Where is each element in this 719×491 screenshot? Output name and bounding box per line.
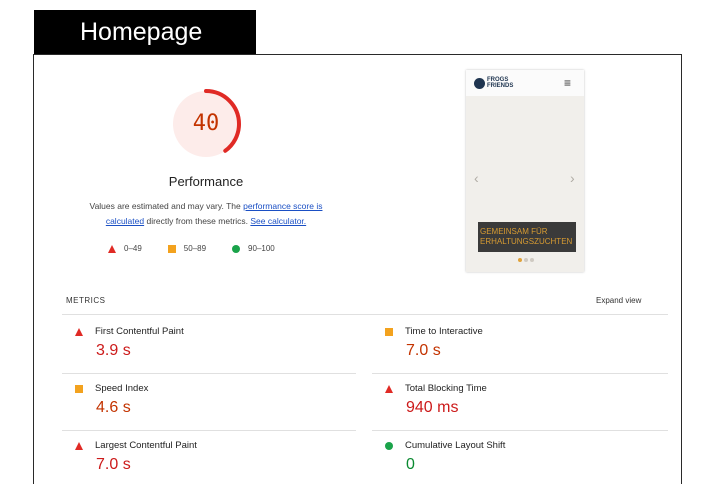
page-tag: Homepage bbox=[34, 10, 256, 54]
divider bbox=[62, 430, 356, 431]
metric-label: Time to Interactive bbox=[405, 326, 483, 337]
logo-text: FROGS FRIENDS bbox=[487, 77, 514, 89]
triangle-icon bbox=[108, 244, 116, 253]
divider bbox=[372, 430, 668, 431]
metric-value: 7.0 s bbox=[96, 456, 131, 473]
legend-item-average: 50–89 bbox=[167, 244, 207, 253]
final-screenshot: FROGS FRIENDS ≡ ‹ › GEMEINSAM FÜR ERHALT… bbox=[466, 70, 584, 272]
performance-note: Values are estimated and may vary. The p… bbox=[70, 199, 342, 229]
frog-logo-icon bbox=[474, 77, 485, 89]
circle-icon bbox=[232, 244, 241, 253]
metric-first-contentful-paint: First Contentful Paint 3.9 s bbox=[74, 326, 344, 360]
metric-speed-index: Speed Index 4.6 s bbox=[74, 383, 344, 417]
metric-total-blocking-time: Total Blocking Time 940 ms bbox=[384, 383, 654, 417]
score-value: 40 bbox=[192, 111, 220, 136]
see-calculator-link[interactable]: See calculator. bbox=[250, 216, 306, 226]
square-icon bbox=[167, 244, 176, 253]
carousel-dots bbox=[518, 258, 536, 262]
square-icon bbox=[74, 384, 84, 393]
screenshot-header: FROGS FRIENDS ≡ bbox=[466, 70, 584, 96]
divider bbox=[62, 373, 356, 374]
performance-title: Performance bbox=[168, 174, 244, 189]
metric-time-to-interactive: Time to Interactive 7.0 s bbox=[384, 326, 654, 360]
carousel-next-icon: › bbox=[570, 170, 575, 186]
note-text-prefix: Values are estimated and may vary. The bbox=[89, 201, 244, 211]
legend-item-pass: 90–100 bbox=[232, 244, 275, 253]
metric-label: Largest Contentful Paint bbox=[95, 440, 197, 451]
hero-banner: GEMEINSAM FÜR ERHALTUNGSZUCHTEN bbox=[478, 222, 576, 252]
metric-cumulative-layout-shift: Cumulative Layout Shift 0 bbox=[384, 440, 654, 474]
metric-value: 4.6 s bbox=[96, 399, 131, 416]
metric-value: 7.0 s bbox=[406, 342, 441, 359]
divider bbox=[62, 314, 668, 315]
metric-value: 0 bbox=[406, 456, 415, 473]
metric-label: Total Blocking Time bbox=[405, 383, 487, 394]
metric-value: 3.9 s bbox=[96, 342, 131, 359]
metric-label: First Contentful Paint bbox=[95, 326, 184, 337]
square-icon bbox=[384, 327, 394, 336]
legend-range: 50–89 bbox=[183, 244, 207, 253]
metric-largest-contentful-paint: Largest Contentful Paint 7.0 s bbox=[74, 440, 344, 474]
hamburger-menu-icon: ≡ bbox=[564, 76, 572, 90]
score-legend: 0–49 50–89 90–100 bbox=[108, 244, 301, 253]
legend-range: 0–49 bbox=[124, 244, 142, 253]
metric-value: 940 ms bbox=[406, 399, 459, 416]
metric-label: Cumulative Layout Shift bbox=[405, 440, 506, 451]
expand-view-toggle[interactable]: Expand view bbox=[596, 296, 641, 305]
metric-label: Speed Index bbox=[95, 383, 149, 394]
legend-item-fail: 0–49 bbox=[108, 244, 142, 253]
triangle-icon bbox=[74, 441, 84, 450]
metrics-heading: METRICS bbox=[66, 296, 106, 305]
site-logo: FROGS FRIENDS bbox=[474, 77, 513, 89]
circle-icon bbox=[384, 441, 394, 450]
report-frame bbox=[33, 54, 682, 484]
triangle-icon bbox=[384, 384, 394, 393]
legend-range: 90–100 bbox=[248, 244, 275, 253]
triangle-icon bbox=[74, 327, 84, 336]
divider bbox=[372, 373, 668, 374]
note-text-middle: directly from these metrics. bbox=[144, 216, 251, 226]
carousel-prev-icon: ‹ bbox=[474, 170, 479, 186]
